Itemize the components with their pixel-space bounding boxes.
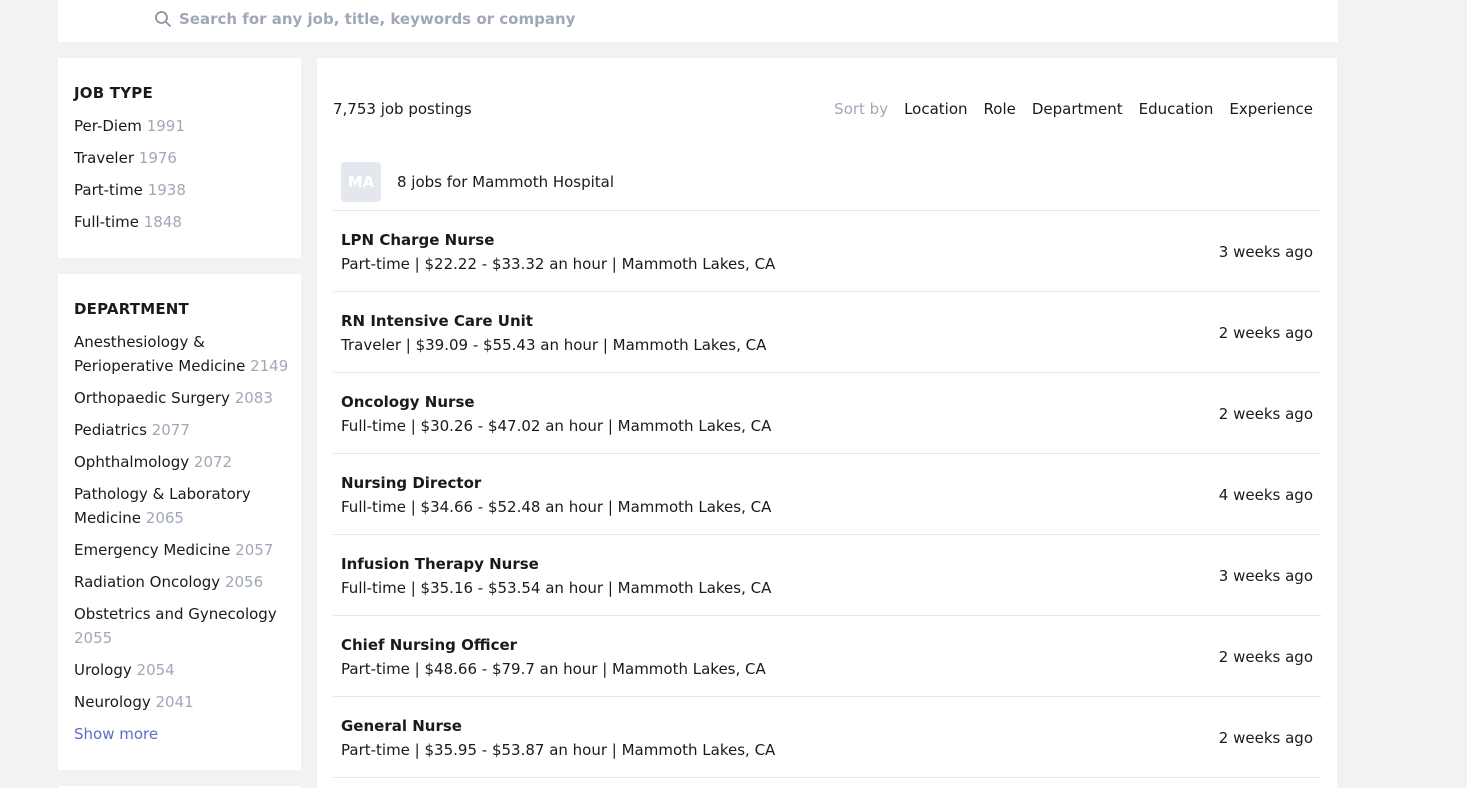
search-input[interactable] — [179, 6, 879, 32]
search-bar — [58, 0, 1338, 42]
job-posted-ago: 2 weeks ago — [1218, 324, 1313, 342]
search-icon — [155, 11, 171, 27]
job-posted-ago: 3 weeks ago — [1218, 243, 1313, 261]
job-title: Chief Nursing Officer — [341, 636, 518, 654]
department-filter: DEPARTMENT Anesthesiology & Perioperative… — [58, 274, 301, 770]
job-posted-ago: 4 weeks ago — [1218, 486, 1313, 504]
facet-count: 1848 — [143, 213, 182, 231]
department-heading: DEPARTMENT — [74, 300, 189, 318]
facet-job-type-traveler[interactable]: Traveler 1976 — [74, 146, 289, 170]
facet-label: Radiation Oncology — [74, 573, 221, 591]
sort-location[interactable]: Location — [904, 100, 967, 118]
facet-count: 2056 — [224, 573, 264, 591]
job-listing[interactable]: RN Intensive Care Unit Traveler | $39.09… — [333, 292, 1321, 373]
job-meta: Traveler | $39.09 - $55.43 an hour | Mam… — [341, 336, 767, 354]
job-meta: Full-time | $34.66 - $52.48 an hour | Ma… — [341, 498, 772, 516]
facet-label: Per-Diem — [74, 117, 142, 135]
facet-count: 1991 — [146, 117, 185, 135]
facet-job-type-part-time[interactable]: Part-time 1938 — [74, 178, 289, 202]
sort-role[interactable]: Role — [984, 100, 1016, 118]
facet-label: Part-time — [74, 181, 143, 199]
facet-label: Neurology — [74, 693, 151, 711]
job-listing[interactable]: Infusion Therapy Nurse Full-time | $35.1… — [333, 535, 1321, 616]
divider — [333, 777, 1321, 778]
job-meta: Full-time | $30.26 - $47.02 an hour | Ma… — [341, 417, 772, 435]
job-posted-ago: 2 weeks ago — [1218, 729, 1313, 747]
facet-label: Urology — [74, 661, 132, 679]
facet-label: Anesthesiology & — [74, 333, 205, 351]
facet-count: 2065 — [145, 509, 184, 527]
facet-job-type-full-time[interactable]: Full-time 1848 — [74, 210, 289, 234]
facet-dept-pathology[interactable]: Pathology & Laboratory Medicine 2065 — [74, 482, 289, 530]
facet-count: 2054 — [136, 661, 175, 679]
job-title: Infusion Therapy Nurse — [341, 555, 539, 573]
job-meta: Part-time | $22.22 - $33.32 an hour | Ma… — [341, 255, 776, 273]
job-listing[interactable]: Nursing Director Full-time | $34.66 - $5… — [333, 454, 1321, 535]
facet-label-line2: Perioperative Medicine — [74, 357, 246, 375]
facet-label-line2: Medicine — [74, 509, 142, 527]
facet-label: Pathology & Laboratory — [74, 485, 251, 503]
facet-count: 2041 — [155, 693, 194, 711]
company-avatar: MA — [341, 162, 381, 202]
facet-count: 2072 — [193, 453, 233, 471]
results-count: 7,753 job postings — [333, 100, 472, 118]
facet-label: Pediatrics — [74, 421, 147, 439]
facet-label: Emergency Medicine — [74, 541, 231, 559]
facet-dept-orthopaedic-surgery[interactable]: Orthopaedic Surgery 2083 — [74, 386, 289, 410]
facet-count: 1938 — [147, 181, 186, 199]
show-more-link[interactable]: Show more — [74, 722, 158, 746]
job-posted-ago: 2 weeks ago — [1218, 648, 1313, 666]
facet-dept-urology[interactable]: Urology 2054 — [74, 658, 289, 682]
job-listing[interactable]: Oncology Nurse Full-time | $30.26 - $47.… — [333, 373, 1321, 454]
job-type-heading: JOB TYPE — [74, 84, 153, 102]
sort-department[interactable]: Department — [1032, 100, 1123, 118]
sort-label: Sort by — [834, 100, 889, 118]
company-header[interactable]: MA 8 jobs for Mammoth Hospital — [341, 162, 614, 202]
company-jobs-text: 8 jobs for Mammoth Hospital — [397, 173, 615, 191]
job-type-filter: JOB TYPE Per-Diem 1991 Traveler 1976 Par… — [58, 58, 301, 258]
facet-dept-obstetrics-gynecology[interactable]: Obstetrics and Gynecology 2055 — [74, 602, 289, 650]
facet-count: 2149 — [250, 357, 289, 375]
job-title: Nursing Director — [341, 474, 482, 492]
job-meta: Part-time | $35.95 - $53.87 an hour | Ma… — [341, 741, 776, 759]
facet-label: Obstetrics and Gynecology — [74, 605, 277, 623]
sort-education[interactable]: Education — [1139, 100, 1214, 118]
job-meta: Part-time | $48.66 - $79.7 an hour | Mam… — [341, 660, 766, 678]
facet-dept-anesthesiology[interactable]: Anesthesiology & Perioperative Medicine 2… — [74, 330, 289, 378]
facet-count: 1976 — [138, 149, 177, 167]
job-meta: Full-time | $35.16 - $53.54 an hour | Ma… — [341, 579, 772, 597]
facet-count: 2083 — [234, 389, 273, 407]
job-listing[interactable]: General Nurse Part-time | $35.95 - $53.8… — [333, 697, 1321, 778]
facet-count: 2077 — [151, 421, 190, 439]
job-posted-ago: 3 weeks ago — [1218, 567, 1313, 585]
facet-label: Full-time — [74, 213, 139, 231]
job-listing[interactable]: LPN Charge Nurse Part-time | $22.22 - $3… — [333, 211, 1321, 292]
job-title: General Nurse — [341, 717, 462, 735]
facet-job-type-per-diem[interactable]: Per-Diem 1991 — [74, 114, 289, 138]
facet-label: Traveler — [74, 149, 134, 167]
facet-count: 2055 — [74, 629, 113, 647]
facet-dept-neurology[interactable]: Neurology 2041 — [74, 690, 289, 714]
job-title: LPN Charge Nurse — [341, 231, 495, 249]
job-posted-ago: 2 weeks ago — [1218, 405, 1313, 423]
sort-bar: Sort by Location Role Department Educati… — [834, 100, 1313, 118]
sort-experience[interactable]: Experience — [1229, 100, 1313, 118]
facet-label: Ophthalmology — [74, 453, 190, 471]
job-title: RN Intensive Care Unit — [341, 312, 533, 330]
facet-dept-pediatrics[interactable]: Pediatrics 2077 — [74, 418, 289, 442]
facet-dept-emergency-medicine[interactable]: Emergency Medicine 2057 — [74, 538, 289, 562]
facet-label: Orthopaedic Surgery — [74, 389, 230, 407]
job-title: Oncology Nurse — [341, 393, 475, 411]
facet-dept-radiation-oncology[interactable]: Radiation Oncology 2056 — [74, 570, 289, 594]
results-panel: 7,753 job postings Sort by Location Role… — [317, 58, 1337, 788]
facet-count: 2057 — [235, 541, 274, 559]
job-listing[interactable]: Chief Nursing Officer Part-time | $48.66… — [333, 616, 1321, 697]
facet-dept-ophthalmology[interactable]: Ophthalmology 2072 — [74, 450, 289, 474]
